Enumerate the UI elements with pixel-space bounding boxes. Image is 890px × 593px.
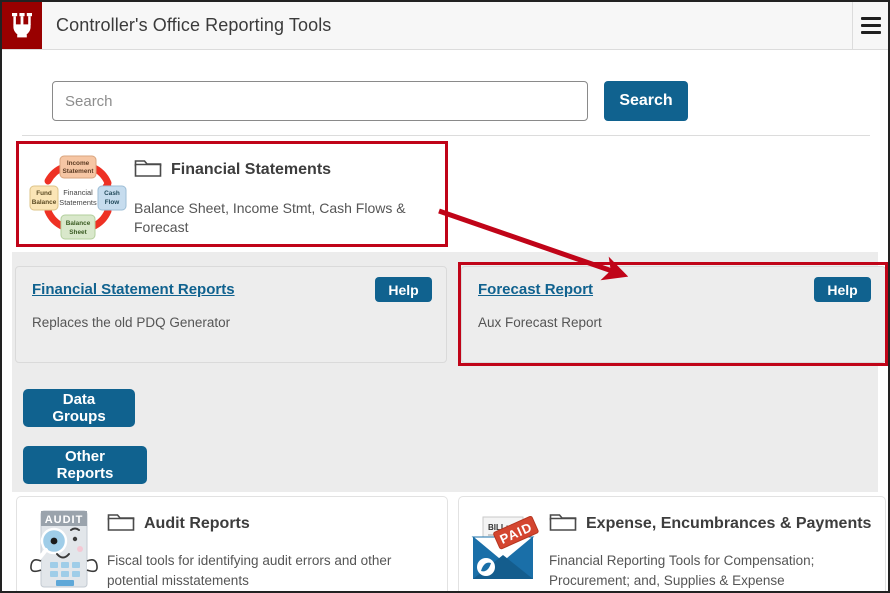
report-card-description: Replaces the old PDQ Generator (32, 315, 231, 330)
financial-statements-title: Financial Statements (171, 160, 332, 178)
svg-text:Financial: Financial (63, 188, 93, 197)
expense-encumbrances-payments-card[interactable]: BILL: $ PAID Expense, Encumbrances & Pay… (458, 496, 886, 591)
expense-card-body: Expense, Encumbrances & Payments Financi… (541, 505, 875, 590)
audit-calculator-character-icon: AUDIT (27, 505, 99, 589)
iu-trident-logo[interactable] (2, 2, 42, 49)
link-forecast-report[interactable]: Forecast Report (478, 281, 593, 298)
svg-text:Statements: Statements (59, 198, 97, 207)
audit-reports-description: Fiscal tools for identifying audit error… (107, 553, 392, 588)
expense-card-title: Expense, Encumbrances & Payments (586, 514, 872, 532)
financial-statements-card[interactable]: Income Statement Fund Balance Cash Flow … (20, 145, 446, 243)
folder-icon (134, 156, 162, 183)
section-divider (22, 135, 870, 136)
search-input[interactable] (52, 81, 588, 121)
financial-statements-body: Financial Statements Balance Sheet, Inco… (128, 151, 438, 237)
other-reports-button[interactable]: Other Reports (23, 446, 147, 484)
svg-text:Sheet: Sheet (69, 229, 87, 236)
report-card-forecast-report: Forecast Report Aux Forecast Report Help (461, 266, 886, 363)
search-bar: Search (52, 81, 688, 121)
link-financial-statement-reports[interactable]: Financial Statement Reports (32, 281, 235, 298)
paid-bill-envelope-icon: BILL: $ PAID (469, 505, 541, 589)
page-title: Controller's Office Reporting Tools (56, 15, 332, 35)
svg-text:Flow: Flow (105, 199, 120, 206)
expense-card-description: Financial Reporting Tools for Compensati… (549, 553, 815, 588)
data-groups-button[interactable]: Data Groups (23, 389, 135, 427)
audit-reports-title: Audit Reports (144, 514, 250, 532)
help-button-financial-statement-reports[interactable]: Help (375, 277, 432, 302)
financial-statements-cycle-icon: Income Statement Fund Balance Cash Flow … (28, 153, 128, 241)
audit-reports-body: Audit Reports Fiscal tools for identifyi… (99, 505, 437, 590)
svg-text:AUDIT: AUDIT (45, 514, 84, 526)
report-card-description: Aux Forecast Report (478, 315, 602, 330)
svg-text:Balance: Balance (32, 199, 57, 206)
svg-text:Statement: Statement (63, 168, 95, 175)
help-button-forecast-report[interactable]: Help (814, 277, 871, 302)
audit-reports-card[interactable]: AUDIT Audit Reports Fiscal tools for ide… (16, 496, 448, 591)
app-header: Controller's Office Reporting Tools (2, 2, 888, 50)
app-window: Controller's Office Reporting Tools Sear… (0, 0, 890, 593)
folder-icon (107, 510, 135, 537)
folder-icon (549, 510, 577, 537)
svg-text:Cash: Cash (104, 190, 120, 197)
financial-statements-description: Balance Sheet, Income Stmt, Cash Flows &… (134, 200, 406, 235)
svg-text:Income: Income (67, 160, 90, 167)
svg-text:Fund: Fund (36, 190, 52, 197)
search-button[interactable]: Search (604, 81, 688, 121)
svg-text:Balance: Balance (66, 220, 91, 227)
report-card-financial-statement-reports: Financial Statement Reports Replaces the… (15, 266, 447, 363)
menu-button[interactable] (852, 2, 888, 49)
hamburger-menu-icon (860, 17, 881, 34)
